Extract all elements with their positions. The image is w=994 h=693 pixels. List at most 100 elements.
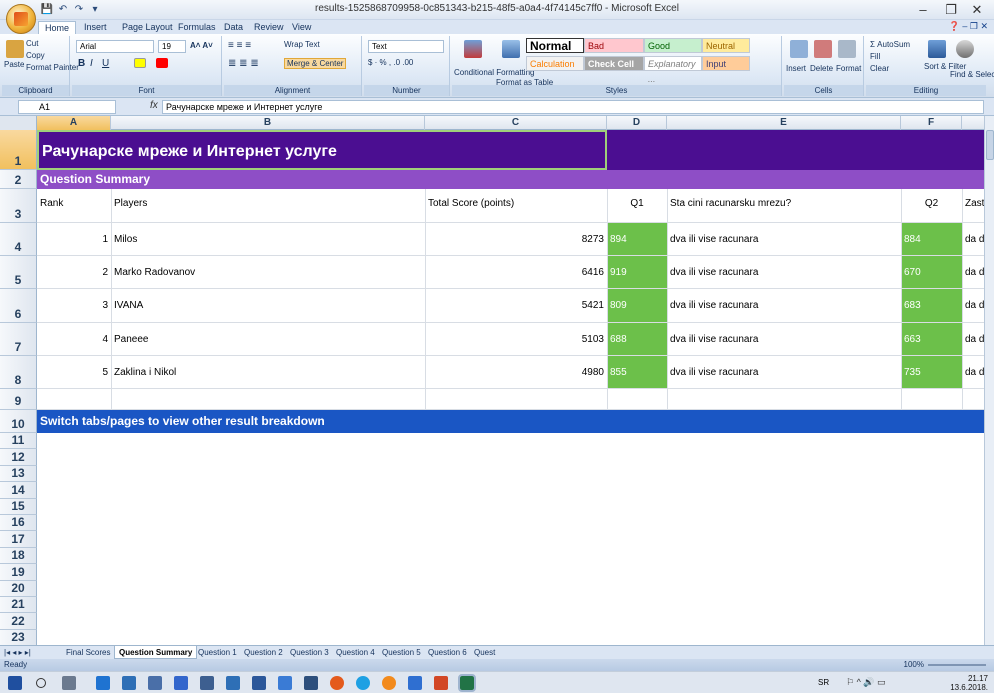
sheet-tab-question-summary[interactable]: Question Summary: [114, 646, 198, 659]
q2-score-cell[interactable]: 663: [901, 323, 962, 356]
header-rank[interactable]: Rank: [37, 189, 111, 223]
format-cells-icon[interactable]: [838, 40, 856, 58]
sheet-title[interactable]: Рачунарске мреже и Интернет услуге: [37, 130, 607, 170]
system-tray-icon[interactable]: ⚐ ^ 🔊 ▭: [846, 677, 886, 688]
q2-score-cell[interactable]: 735: [901, 356, 962, 389]
header-q2-text[interactable]: Zast: [962, 189, 984, 223]
insert-button[interactable]: Insert: [786, 64, 806, 73]
fill-button[interactable]: Fill: [870, 52, 880, 61]
fill-color-icon[interactable]: [134, 58, 146, 68]
q1-score-cell[interactable]: 894: [607, 223, 667, 256]
sheet-tab-quest[interactable]: Quest: [470, 646, 499, 659]
office-button[interactable]: [6, 4, 36, 34]
cell-style-5[interactable]: Check Cell: [584, 56, 644, 71]
wrap-text-button[interactable]: Wrap Text: [284, 40, 320, 49]
powerpoint-icon[interactable]: [434, 676, 448, 690]
language-indicator[interactable]: SR: [818, 678, 829, 687]
font-name-select[interactable]: Arial: [76, 40, 154, 53]
zoom-level[interactable]: 100%: [904, 659, 924, 671]
q2-answer-cell[interactable]: da d: [962, 289, 984, 323]
q1-answer-cell[interactable]: dva ili vise racunara: [667, 256, 901, 289]
tab-data[interactable]: Data: [224, 21, 243, 34]
row-header[interactable]: 10: [0, 410, 37, 433]
italic-icon[interactable]: I: [90, 58, 93, 69]
underline-icon[interactable]: U: [102, 58, 109, 69]
opera-icon[interactable]: [330, 676, 344, 690]
player-cell[interactable]: Paneee: [111, 323, 425, 356]
tab-view[interactable]: View: [292, 21, 311, 34]
excel-icon[interactable]: [458, 674, 476, 692]
row-header[interactable]: 19: [0, 564, 37, 581]
minimize-button[interactable]: –: [910, 2, 936, 18]
align-left-icon[interactable]: ≣ ≣ ≣: [228, 58, 259, 69]
rank-cell[interactable]: 4: [37, 323, 111, 356]
q2-answer-cell[interactable]: da d: [962, 356, 984, 389]
sheet-tab-question-2[interactable]: Question 2: [240, 646, 287, 659]
q2-score-cell[interactable]: 670: [901, 256, 962, 289]
word-icon[interactable]: [408, 676, 422, 690]
clock[interactable]: 21.17 13.6.2018.: [950, 674, 988, 692]
tab-home[interactable]: Home: [38, 21, 77, 34]
row-header[interactable]: 14: [0, 482, 37, 499]
q1-answer-cell[interactable]: dva ili vise racunara: [667, 289, 901, 323]
name-box[interactable]: A1: [18, 100, 116, 114]
row-header[interactable]: 4: [0, 223, 37, 256]
tab-insert[interactable]: Insert: [84, 21, 107, 34]
paste-button[interactable]: Paste: [4, 60, 24, 69]
row-header[interactable]: 12: [0, 449, 37, 466]
column-header-c[interactable]: C: [425, 116, 607, 130]
switch-tabs-message[interactable]: Switch tabs/pages to view other result b…: [37, 410, 962, 433]
row-header[interactable]: 17: [0, 531, 37, 548]
store-icon[interactable]: [148, 676, 162, 690]
tab-page-layout[interactable]: Page Layout: [122, 21, 173, 34]
conditional-formatting-button[interactable]: Conditional Formatting: [454, 68, 534, 77]
section-title[interactable]: Question Summary: [37, 170, 607, 189]
cell-style-3[interactable]: Neutral: [702, 38, 750, 53]
insert-cells-icon[interactable]: [790, 40, 808, 58]
search-icon[interactable]: [36, 678, 46, 688]
merge-center-button[interactable]: Merge & Center: [284, 58, 347, 69]
header-q2[interactable]: Q2: [901, 189, 962, 223]
cell-style-7[interactable]: Input: [702, 56, 750, 71]
number-format-select[interactable]: Text: [368, 40, 444, 53]
rank-cell[interactable]: 2: [37, 256, 111, 289]
font-size-select[interactable]: 19: [158, 40, 186, 53]
rank-cell[interactable]: 1: [37, 223, 111, 256]
edge-icon[interactable]: [96, 676, 110, 690]
row-header[interactable]: 3: [0, 189, 37, 223]
tab-formulas[interactable]: Formulas: [178, 21, 216, 34]
row-header[interactable]: 8: [0, 356, 37, 389]
player-cell[interactable]: IVANA: [111, 289, 425, 323]
accounting-format-icon[interactable]: $ · % , .0 .00: [368, 58, 413, 67]
scroll-thumb[interactable]: [986, 130, 994, 160]
cell-style-1[interactable]: Bad: [584, 38, 644, 53]
row-header[interactable]: 2: [0, 170, 37, 189]
row-header[interactable]: 21: [0, 597, 37, 614]
row-header[interactable]: 18: [0, 547, 37, 565]
row-header[interactable]: 13: [0, 465, 37, 483]
photos-icon[interactable]: [226, 676, 240, 690]
player-cell[interactable]: Marko Radovanov: [111, 256, 425, 289]
format-button[interactable]: Format: [836, 64, 861, 73]
column-header-f[interactable]: F: [901, 116, 962, 130]
cell-style-0[interactable]: Normal: [526, 38, 584, 53]
font-color-icon[interactable]: [156, 58, 168, 68]
column-header-b[interactable]: B: [111, 116, 425, 130]
column-header-d[interactable]: D: [607, 116, 667, 130]
q2-answer-cell[interactable]: da d: [962, 256, 984, 289]
q2-answer-cell[interactable]: da d: [962, 223, 984, 256]
zoom-slider[interactable]: [928, 664, 986, 666]
sheet-tab-question-6[interactable]: Question 6: [424, 646, 471, 659]
q1-score-cell[interactable]: 809: [607, 289, 667, 323]
align-top-icon[interactable]: ≡ ≡ ≡: [228, 40, 251, 51]
q1-answer-cell[interactable]: dva ili vise racunara: [667, 323, 901, 356]
sheet-tab-question-4[interactable]: Question 4: [332, 646, 379, 659]
cut-button[interactable]: Cut: [26, 39, 38, 48]
maximize-button[interactable]: ❐: [938, 2, 964, 18]
clear-button[interactable]: Clear: [870, 64, 889, 73]
rank-cell[interactable]: 5: [37, 356, 111, 389]
total-score-cell[interactable]: 5103: [425, 323, 607, 356]
sheet-tab-question-1[interactable]: Question 1: [194, 646, 241, 659]
q1-answer-cell[interactable]: dva ili vise racunara: [667, 223, 901, 256]
row-header[interactable]: 1: [0, 130, 37, 170]
